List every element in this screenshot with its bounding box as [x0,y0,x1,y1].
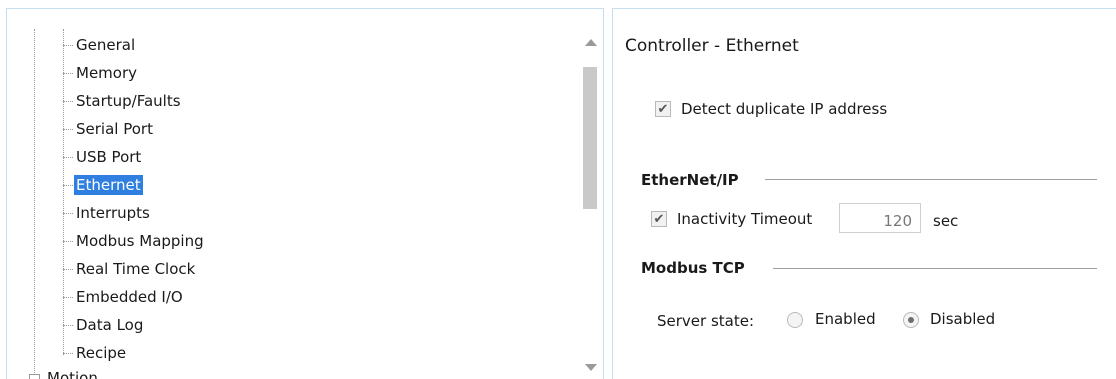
section-divider [765,179,1097,180]
scroll-thumb[interactable] [583,67,597,209]
modbus-tcp-section-title: Modbus TCP [641,259,745,277]
scroll-up-arrow-icon[interactable] [585,39,597,46]
tree-branch [63,212,73,214]
tree-item-startup-faults[interactable]: Startup/Faults [63,87,183,115]
tree-branch [63,72,73,74]
tree-branch [63,100,73,102]
tree-item-label: Startup/Faults [76,92,181,110]
tree-scrollbar[interactable] [581,31,599,379]
tree-item-embedded-io[interactable]: Embedded I/O [63,283,185,311]
tree-item-label: Recipe [76,344,127,362]
tree-expand-toggle[interactable] [29,374,40,379]
tree-item-label: Serial Port [76,120,153,138]
tree-guide-line [34,29,35,379]
server-state-enabled-radio[interactable] [787,312,803,328]
detect-duplicate-ip-checkbox[interactable]: ✔ [655,101,671,117]
server-state-disabled-label: Disabled [930,310,996,328]
inactivity-timeout-input[interactable] [839,203,921,233]
tree-branch [63,324,73,326]
checkmark-icon: ✔ [657,101,669,117]
tree-branch [63,128,73,130]
tree-branch [63,156,73,158]
inactivity-timeout-unit: sec [933,212,959,230]
tree-branch [63,352,73,354]
tree-item-label: Real Time Clock [76,260,196,278]
inactivity-timeout-label: Inactivity Timeout [677,210,813,228]
tree-branch [63,184,73,186]
ethernet-ip-section-title: EtherNet/IP [641,171,739,189]
server-state-disabled-radio[interactable] [903,312,919,328]
tree-branch [63,44,73,46]
tree-item-recipe[interactable]: Recipe [63,339,128,367]
tree-branch [63,268,73,270]
tree-item-label: General [76,36,136,54]
tree-item-motion[interactable]: Motion [47,369,98,379]
section-divider [773,268,1097,269]
scroll-down-arrow-icon[interactable] [585,364,597,371]
checkmark-icon: ✔ [653,211,665,227]
tree-item-label: Memory [76,64,138,82]
tree-item-label: Data Log [76,316,144,334]
server-state-enabled-label: Enabled [815,310,876,328]
page-title: Controller - Ethernet [625,36,799,56]
tree-item-label: Embedded I/O [76,288,183,306]
detect-duplicate-ip-label: Detect duplicate IP address [681,100,888,118]
tree-item-label: Ethernet [74,175,143,195]
inactivity-timeout-checkbox[interactable]: ✔ [651,211,667,227]
settings-panel: Controller - Ethernet ✔ Detect duplicate… [612,8,1116,379]
tree-item-label: Modbus Mapping [76,232,204,250]
project-tree-panel: General Memory Startup/Faults Serial Por… [6,8,604,379]
tree-item-serial-port[interactable]: Serial Port [63,115,155,143]
tree-branch [63,240,73,242]
tree-branch [63,296,73,298]
tree-item-label: Interrupts [76,204,150,222]
tree-item-usb-port[interactable]: USB Port [63,143,143,171]
tree-item-modbus-mapping[interactable]: Modbus Mapping [63,227,206,255]
tree-item-ethernet[interactable]: Ethernet [63,171,143,199]
tree-item-memory[interactable]: Memory [63,59,139,87]
tree-item-interrupts[interactable]: Interrupts [63,199,152,227]
tree-item-data-log[interactable]: Data Log [63,311,145,339]
server-state-label: Server state: [657,312,755,330]
tree-item-label: USB Port [76,148,142,166]
tree-item-real-time-clock[interactable]: Real Time Clock [63,255,197,283]
tree-item-general[interactable]: General [63,31,137,59]
